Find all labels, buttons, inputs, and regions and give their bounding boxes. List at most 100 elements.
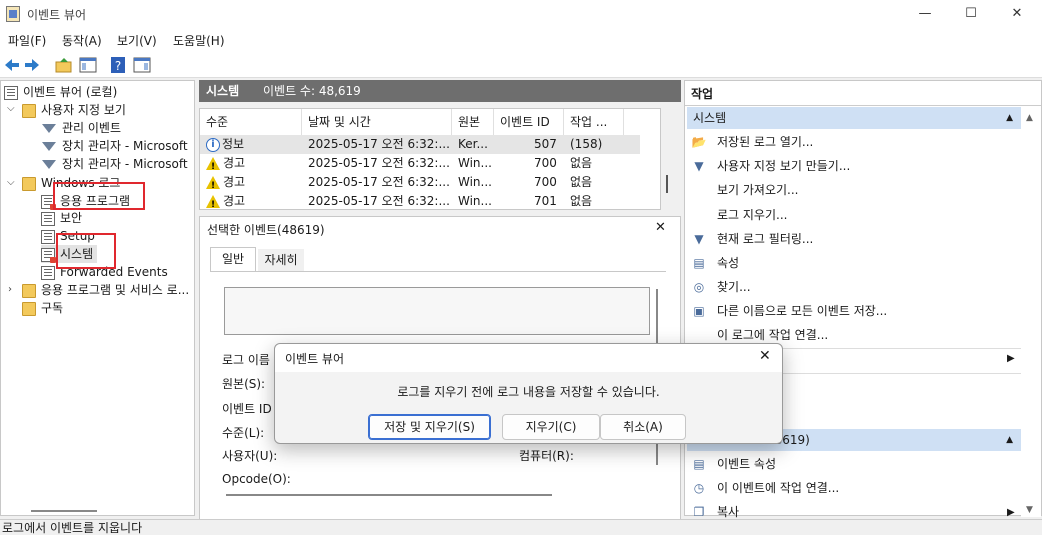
action-clear-log[interactable]: 로그 지우기... bbox=[691, 204, 787, 226]
tree-root[interactable]: 이벤트 뷰어 (로컬) bbox=[4, 83, 117, 101]
cancel-button[interactable]: 취소(A) bbox=[600, 414, 686, 440]
event-count: 이벤트 수: 48,619 bbox=[263, 84, 361, 98]
tree-custom-views[interactable]: 사용자 지정 보기 bbox=[22, 101, 126, 119]
title-bar: 이벤트 뷰어 — ☐ ✕ bbox=[0, 0, 1042, 28]
clear-button[interactable]: 지우기(C) bbox=[502, 414, 600, 440]
action-attach-task-to-event[interactable]: ◷ 이 이벤트에 작업 연결... bbox=[691, 477, 840, 499]
action-open-saved-log[interactable]: 📂 저장된 로그 열기... bbox=[691, 131, 814, 153]
menu-action[interactable]: 동작(A) bbox=[62, 32, 102, 49]
row-level: 경고 bbox=[223, 175, 246, 189]
tree-admin-events[interactable]: 관리 이벤트 bbox=[41, 119, 121, 137]
action-properties[interactable]: ▤ 속성 bbox=[691, 252, 739, 274]
close-button[interactable]: ✕ bbox=[994, 0, 1040, 28]
detail-close-icon[interactable]: ✕ bbox=[655, 220, 666, 235]
table-row[interactable]: 경고 2025-05-17 오전 6:32:... Win... 700 없음 bbox=[200, 173, 640, 192]
log-icon bbox=[41, 247, 56, 263]
minimize-button[interactable]: — bbox=[902, 0, 948, 28]
row-event-id: 507 bbox=[534, 137, 557, 151]
scroll-up-arrow-icon[interactable]: ▲ bbox=[1026, 113, 1033, 123]
table-row[interactable]: 경고 2025-05-17 오전 6:32:... Win... 701 없음 bbox=[200, 192, 640, 211]
actions-divider bbox=[685, 105, 1041, 106]
submenu-arrow-icon[interactable]: ▶ bbox=[1007, 353, 1015, 364]
filter-icon bbox=[42, 160, 56, 169]
up-folder-icon[interactable] bbox=[55, 56, 73, 74]
info-icon: i bbox=[206, 137, 220, 152]
row-event-id: 700 bbox=[534, 156, 557, 170]
tab-general[interactable]: 일반 bbox=[210, 247, 256, 271]
actions-section-system[interactable]: 시스템 ▲ bbox=[687, 107, 1021, 129]
folder-open-icon: 📂 bbox=[691, 135, 707, 149]
action-label: 로그 지우기... bbox=[717, 208, 788, 222]
action-import-view[interactable]: 보기 가져오기... bbox=[691, 179, 799, 201]
help-icon[interactable]: ? bbox=[109, 56, 127, 74]
label-event-id: 이벤트 ID bbox=[222, 402, 272, 416]
chevron-down-icon[interactable]: ⌵ bbox=[7, 177, 15, 188]
dialog-message: 로그를 지우기 전에 로그 내용을 저장할 수 있습니다. bbox=[397, 385, 660, 399]
back-arrow-icon[interactable] bbox=[3, 56, 21, 74]
submenu-arrow-icon[interactable]: ▶ bbox=[1007, 507, 1015, 518]
chevron-right-icon[interactable]: › bbox=[8, 284, 12, 295]
table-row[interactable]: 경고 2025-05-17 오전 6:32:... Win... 700 없음 bbox=[200, 154, 640, 173]
action-event-properties[interactable]: ▤ 이벤트 속성 bbox=[691, 453, 776, 475]
dialog-title-bar: 이벤트 뷰어 ✕ bbox=[275, 344, 782, 372]
column-task-category[interactable]: 작업 ... bbox=[564, 109, 624, 135]
column-date-time[interactable]: 날짜 및 시간 bbox=[302, 109, 452, 135]
maximize-button[interactable]: ☐ bbox=[948, 0, 994, 28]
label-log-name: 로그 이름 bbox=[222, 353, 270, 367]
console-tree: 이벤트 뷰어 (로컬) ⌵ 사용자 지정 보기 관리 이벤트 장치 관리자 - … bbox=[0, 80, 195, 516]
action-label: 저장된 로그 열기... bbox=[717, 135, 814, 149]
tree-subscriptions[interactable]: 구독 bbox=[22, 299, 63, 317]
tree-root-label: 이벤트 뷰어 (로컬) bbox=[23, 85, 118, 99]
column-level[interactable]: 수준 bbox=[200, 109, 302, 135]
properties-icon: ▤ bbox=[693, 256, 705, 270]
tab-details[interactable]: 자세히 bbox=[258, 249, 304, 271]
dialog-close-icon[interactable]: ✕ bbox=[759, 348, 771, 364]
tree-admin-events-label: 관리 이벤트 bbox=[62, 121, 122, 135]
svg-text:?: ? bbox=[115, 59, 121, 73]
tree-device-manager-2[interactable]: 장치 관리자 - Microsoft bbox=[41, 155, 188, 173]
tree-device-manager-1[interactable]: 장치 관리자 - Microsoft bbox=[41, 137, 188, 155]
action-filter-current-log[interactable]: ▼ 현재 로그 필터링... bbox=[691, 228, 813, 250]
menu-bar: 파일(F) 동작(A) 보기(V) 도움말(H) bbox=[0, 28, 1042, 52]
menu-view[interactable]: 보기(V) bbox=[117, 32, 157, 49]
actions-section-system-label: 시스템 bbox=[693, 111, 727, 125]
show-hide-action-pane-icon[interactable] bbox=[133, 56, 151, 74]
forward-arrow-icon[interactable] bbox=[23, 56, 41, 74]
collapse-arrow-icon[interactable]: ▲ bbox=[1006, 429, 1013, 451]
menu-help[interactable]: 도움말(H) bbox=[173, 32, 225, 49]
tree-subscriptions-label: 구독 bbox=[41, 301, 64, 315]
scroll-down-arrow-icon[interactable]: ▼ bbox=[1026, 505, 1033, 515]
detail-title: 선택한 이벤트(48619) bbox=[207, 223, 325, 237]
row-task: 없음 bbox=[570, 156, 593, 170]
collapse-arrow-icon[interactable]: ▲ bbox=[1006, 107, 1013, 129]
task-icon: ◷ bbox=[693, 481, 705, 495]
chevron-down-icon[interactable]: ⌵ bbox=[7, 103, 15, 114]
vertical-scrollbar-thumb[interactable] bbox=[666, 175, 668, 193]
row-level: 정보 bbox=[222, 137, 245, 151]
tree-security-log[interactable]: 보안 bbox=[41, 209, 82, 227]
action-create-custom-view[interactable]: ▼ 사용자 지정 보기 만들기... bbox=[691, 155, 850, 177]
tree-security-label: 보안 bbox=[60, 211, 83, 225]
column-source[interactable]: 원본 bbox=[452, 109, 494, 135]
tree-app-services-logs[interactable]: 응용 프로그램 및 서비스 로... bbox=[22, 281, 189, 299]
warning-icon bbox=[206, 195, 220, 211]
log-icon bbox=[41, 211, 55, 226]
actions-scrollbar-track[interactable]: ▲ ▼ bbox=[1021, 107, 1041, 517]
action-label: 이벤트 속성 bbox=[717, 457, 777, 471]
action-save-all-events-as[interactable]: ▣ 다른 이름으로 모든 이벤트 저장... bbox=[691, 300, 887, 322]
action-find[interactable]: ◎ 찾기... bbox=[691, 276, 751, 298]
row-source: Win... bbox=[458, 194, 492, 208]
show-hide-console-tree-icon[interactable] bbox=[79, 56, 97, 74]
table-row[interactable]: i 정보 2025-05-17 오전 6:32:... Ker... 507 (1… bbox=[200, 135, 640, 154]
detail-horizontal-scrollbar[interactable] bbox=[226, 494, 552, 496]
row-task: 없음 bbox=[570, 194, 593, 208]
horizontal-scrollbar-thumb[interactable] bbox=[31, 510, 97, 512]
clear-log-dialog: 이벤트 뷰어 ✕ 로그를 지우기 전에 로그 내용을 저장할 수 있습니다. 저… bbox=[274, 343, 783, 444]
event-description-box[interactable] bbox=[224, 287, 650, 335]
menu-file[interactable]: 파일(F) bbox=[8, 32, 46, 49]
row-event-id: 701 bbox=[534, 194, 557, 208]
save-and-clear-button[interactable]: 저장 및 지우기(S) bbox=[368, 414, 491, 440]
action-label: 사용자 지정 보기 만들기... bbox=[717, 159, 851, 173]
tree-device-manager-1-label: 장치 관리자 - Microsoft bbox=[62, 139, 188, 153]
column-event-id[interactable]: 이벤트 ID bbox=[494, 109, 564, 135]
